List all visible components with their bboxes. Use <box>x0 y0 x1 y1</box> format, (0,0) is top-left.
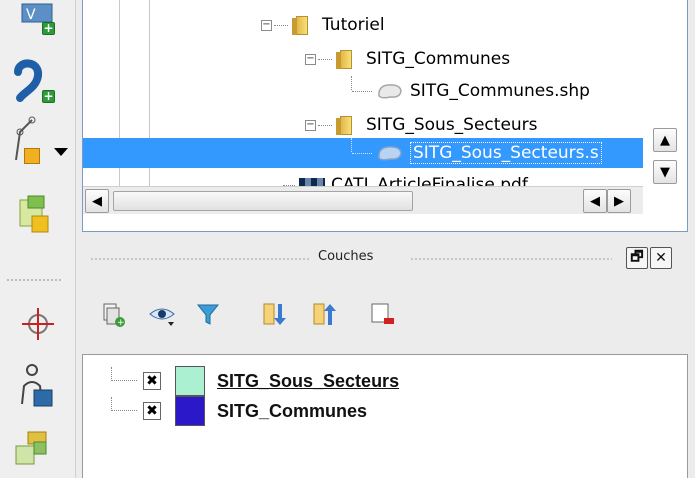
tree-item-label: SITG_Communes <box>366 49 511 69</box>
add-text-layer-icon[interactable]: + <box>6 58 68 108</box>
tree-item-sitg-sous-secteurs[interactable]: − SITG_Sous_Secteurs <box>305 110 538 140</box>
layer-row[interactable]: ✖ SITG_Sous_Secteurs <box>83 365 399 397</box>
layer-list[interactable]: ✖ SITG_Sous_Secteurs ✖ SITG_Communes <box>82 354 688 478</box>
tree-item-label: Tutoriel <box>322 15 385 35</box>
polygon-layer-icon <box>378 84 402 99</box>
layer-color-swatch <box>175 396 205 426</box>
layers-toolbar: + <box>90 294 420 334</box>
tree-connector <box>318 58 332 60</box>
tree-item-label: SITG_Sous_Secteurs <box>366 115 538 135</box>
add-wms-icon[interactable] <box>6 426 68 476</box>
collapse-icon[interactable]: − <box>305 119 316 131</box>
dock-grip <box>90 257 310 261</box>
add-group-icon[interactable]: + <box>98 300 126 328</box>
layer-name: SITG_Communes <box>217 400 368 421</box>
layer-name: SITG_Sous_Secteurs <box>217 370 400 391</box>
tree-item-tutoriel[interactable]: − Tutoriel <box>261 10 385 40</box>
crosshair-icon[interactable] <box>6 300 68 350</box>
scroll-down-button[interactable]: ▼ <box>653 160 677 184</box>
tree-connector <box>274 24 288 26</box>
collapse-all-icon[interactable] <box>310 300 338 328</box>
layer-visibility-checkbox[interactable]: ✖ <box>143 372 161 390</box>
collapse-icon[interactable]: − <box>305 53 316 65</box>
tree-item-label: SITG_Sous_Secteurs.s <box>410 142 602 164</box>
tree-item-communes-shp[interactable]: SITG_Communes.shp <box>351 76 590 106</box>
tree-connector <box>351 76 352 90</box>
tree-connector <box>318 124 332 126</box>
tree-connector <box>351 138 352 152</box>
scroll-left-button[interactable]: ◀ <box>583 189 607 213</box>
tree-connector <box>352 152 372 154</box>
add-virtual-layer-icon[interactable] <box>6 190 68 240</box>
layers-dock-titlebar[interactable]: Couches 🗗 ✕ <box>82 244 688 274</box>
layer-row[interactable]: ✖ SITG_Communes <box>83 395 367 427</box>
new-shapefile-icon[interactable] <box>6 110 68 164</box>
layer-color-swatch <box>175 366 205 396</box>
remove-layer-icon[interactable] <box>368 300 396 328</box>
tree-connector <box>111 397 137 411</box>
visibility-icon[interactable] <box>148 300 176 328</box>
tree-item-label: SITG_Communes.shp <box>410 81 590 101</box>
identify-icon[interactable] <box>6 360 68 410</box>
tree-connector <box>111 367 137 381</box>
horizontal-scrollbar[interactable]: ◀ ◀ ▶ <box>83 186 643 214</box>
dock-grip <box>410 257 612 261</box>
scrollbar-thumb[interactable] <box>113 191 413 211</box>
folder-icon <box>292 14 314 36</box>
filter-icon[interactable] <box>194 300 222 328</box>
tree-connector <box>352 90 372 92</box>
add-vector-layer-icon[interactable]: V + <box>6 0 68 50</box>
browser-tree[interactable]: − Tutoriel − SITG_Communes SITG_Communes… <box>82 0 688 232</box>
left-toolbar: V + + <box>0 0 76 478</box>
close-panel-button[interactable]: ✕ <box>650 247 672 269</box>
tree-item-sous-secteurs-shp[interactable]: SITG_Sous_Secteurs.s <box>351 138 602 168</box>
collapse-icon[interactable]: − <box>261 19 272 31</box>
folder-icon <box>336 114 358 136</box>
float-panel-button[interactable]: 🗗 <box>626 247 648 269</box>
scroll-up-button[interactable]: ▲ <box>653 128 677 152</box>
toolbar-grip[interactable] <box>6 278 62 282</box>
svg-text:+: + <box>117 318 125 328</box>
svg-text:V: V <box>26 7 36 23</box>
layers-panel-title: Couches <box>318 249 374 264</box>
qgis-window: V + + − Tutoriel − SITG_Communes SITG_Co… <box>0 0 695 478</box>
expand-all-icon[interactable] <box>260 300 288 328</box>
scroll-left-button[interactable]: ◀ <box>85 189 109 213</box>
folder-icon <box>336 48 358 70</box>
polygon-layer-icon <box>378 146 402 161</box>
tree-item-sitg-communes[interactable]: − SITG_Communes <box>305 44 510 74</box>
layer-visibility-checkbox[interactable]: ✖ <box>143 402 161 420</box>
scroll-right-button[interactable]: ▶ <box>607 189 631 213</box>
